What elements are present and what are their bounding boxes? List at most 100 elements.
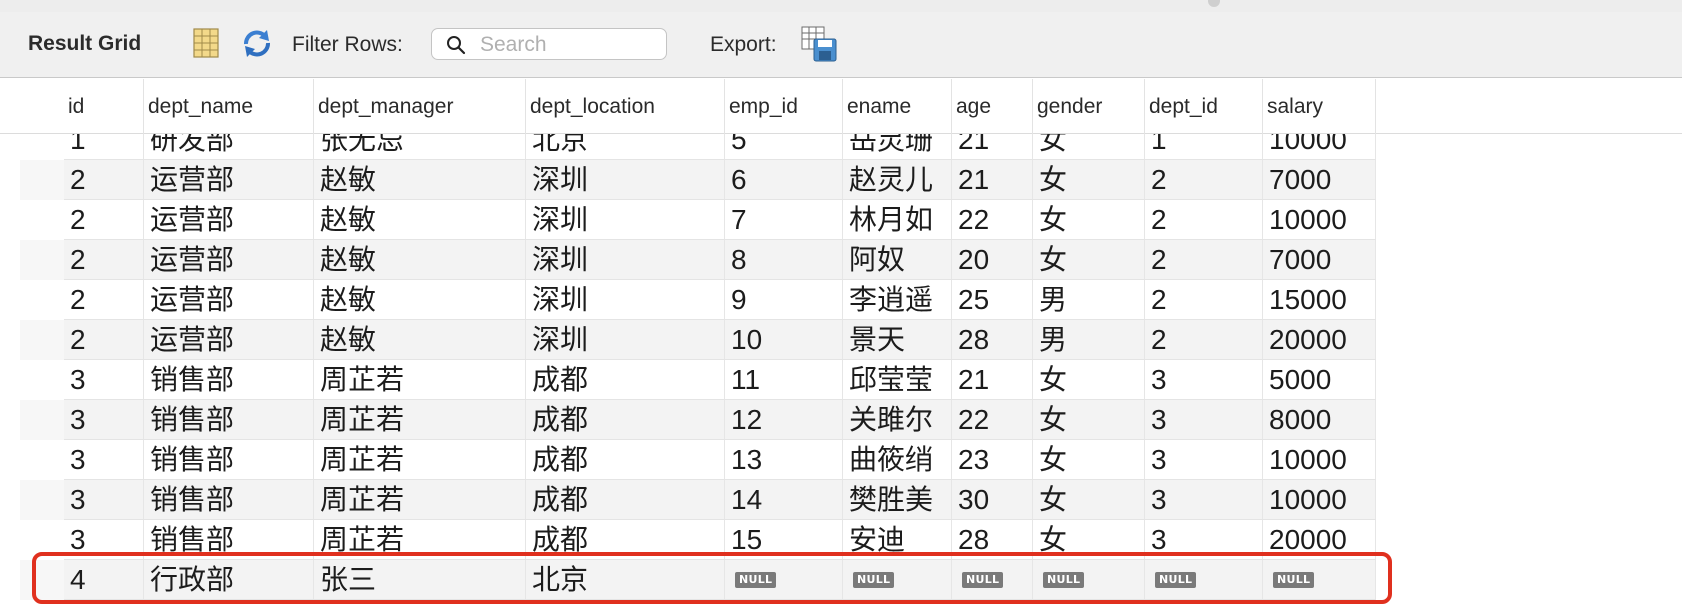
cell-age[interactable]: 28 [952, 320, 1033, 360]
cell-dept-id[interactable]: 3 [1145, 480, 1263, 520]
table-row[interactable]: 3 销售部 周芷若 成都 11 邱莹莹 21 女 3 5000 [0, 360, 1682, 400]
cell-dept-location[interactable]: 深圳 [526, 320, 725, 360]
cell-dept-manager[interactable]: 赵敏 [314, 320, 526, 360]
cell-id[interactable]: 3 [64, 400, 144, 440]
cell-id[interactable]: 3 [64, 440, 144, 480]
column-header-salary[interactable]: salary [1263, 79, 1376, 134]
cell-dept-manager[interactable]: 周芷若 [314, 360, 526, 400]
cell-salary[interactable]: 15000 [1263, 280, 1376, 320]
row-selector[interactable] [20, 560, 64, 600]
cell-gender[interactable]: 女 [1033, 440, 1145, 480]
cell-age[interactable]: 21 [952, 360, 1033, 400]
cell-age[interactable]: 22 [952, 400, 1033, 440]
cell-dept-name[interactable]: 销售部 [144, 400, 314, 440]
cell-id[interactable]: 4 [64, 560, 144, 600]
cell-dept-id[interactable]: 3 [1145, 400, 1263, 440]
table-row[interactable]: 2 运营部 赵敏 深圳 6 赵灵儿 21 女 2 7000 [0, 160, 1682, 200]
cell-id[interactable]: 3 [64, 360, 144, 400]
cell-dept-manager[interactable]: 赵敏 [314, 280, 526, 320]
cell-ename[interactable]: 阿奴 [843, 240, 952, 280]
table-row[interactable]: 2 运营部 赵敏 深圳 7 林月如 22 女 2 10000 [0, 200, 1682, 240]
cell-dept-location[interactable]: 成都 [526, 360, 725, 400]
cell-dept-manager[interactable]: 周芷若 [314, 480, 526, 520]
cell-salary[interactable]: 8000 [1263, 400, 1376, 440]
table-row[interactable]: 3 销售部 周芷若 成都 15 安迪 28 女 3 20000 [0, 520, 1682, 560]
row-selector[interactable] [20, 520, 64, 560]
table-row[interactable]: 3 销售部 周芷若 成都 13 曲筱绡 23 女 3 10000 [0, 440, 1682, 480]
cell-dept-name[interactable]: 研发部 [144, 134, 314, 160]
cell-ename[interactable]: 邱莹莹 [843, 360, 952, 400]
cell-salary[interactable]: 10000 [1263, 440, 1376, 480]
table-row[interactable]: 2 运营部 赵敏 深圳 8 阿奴 20 女 2 7000 [0, 240, 1682, 280]
cell-dept-location[interactable]: 北京 [526, 134, 725, 160]
cell-gender[interactable]: 女 [1033, 160, 1145, 200]
cell-age[interactable]: 25 [952, 280, 1033, 320]
cell-dept-id[interactable]: 1 [1145, 134, 1263, 160]
table-row[interactable]: 4 行政部 张三 北京 NULL NULL NULL NULL NULL NULL [0, 560, 1682, 600]
cell-salary[interactable]: 7000 [1263, 240, 1376, 280]
cell-salary[interactable]: 10000 [1263, 480, 1376, 520]
cell-salary[interactable]: 5000 [1263, 360, 1376, 400]
cell-salary[interactable]: 7000 [1263, 160, 1376, 200]
cell-ename[interactable]: NULL [843, 560, 952, 600]
cell-emp-id[interactable]: 9 [725, 280, 843, 320]
cell-emp-id[interactable]: 5 [725, 134, 843, 160]
cell-ename[interactable]: 关雎尔 [843, 400, 952, 440]
cell-age[interactable]: 21 [952, 160, 1033, 200]
cell-id[interactable]: 2 [64, 280, 144, 320]
cell-dept-id[interactable]: 2 [1145, 200, 1263, 240]
cell-emp-id[interactable]: 14 [725, 480, 843, 520]
cell-salary[interactable]: 10000 [1263, 200, 1376, 240]
cell-id[interactable]: 3 [64, 520, 144, 560]
cell-age[interactable]: 30 [952, 480, 1033, 520]
column-header-dept-manager[interactable]: dept_manager [314, 79, 526, 134]
cell-dept-id[interactable]: 3 [1145, 360, 1263, 400]
refresh-icon[interactable] [240, 26, 274, 60]
column-header-dept-name[interactable]: dept_name [144, 79, 314, 134]
row-selector[interactable] [20, 400, 64, 440]
row-selector[interactable] [20, 240, 64, 280]
cell-emp-id[interactable]: 11 [725, 360, 843, 400]
cell-id[interactable]: 2 [64, 240, 144, 280]
cell-dept-location[interactable]: 成都 [526, 440, 725, 480]
column-header-emp-id[interactable]: emp_id [725, 79, 843, 134]
cell-gender[interactable]: 女 [1033, 400, 1145, 440]
cell-dept-id[interactable]: 2 [1145, 320, 1263, 360]
cell-dept-name[interactable]: 销售部 [144, 520, 314, 560]
cell-dept-location[interactable]: 北京 [526, 560, 725, 600]
row-selector[interactable] [20, 320, 64, 360]
cell-dept-name[interactable]: 运营部 [144, 280, 314, 320]
column-header-dept-id[interactable]: dept_id [1145, 79, 1263, 134]
row-selector[interactable] [20, 280, 64, 320]
cell-id[interactable]: 2 [64, 320, 144, 360]
cell-emp-id[interactable]: 13 [725, 440, 843, 480]
row-selector[interactable] [20, 134, 64, 160]
cell-dept-manager[interactable]: 周芷若 [314, 400, 526, 440]
row-selector[interactable] [20, 160, 64, 200]
row-selector[interactable] [20, 480, 64, 520]
cell-salary[interactable]: NULL [1263, 560, 1376, 600]
table-row[interactable]: 2 运营部 赵敏 深圳 9 李逍遥 25 男 2 15000 [0, 280, 1682, 320]
table-row[interactable]: 3 销售部 周芷若 成都 14 樊胜美 30 女 3 10000 [0, 480, 1682, 520]
cell-ename[interactable]: 赵灵儿 [843, 160, 952, 200]
cell-age[interactable]: NULL [952, 560, 1033, 600]
cell-dept-id[interactable]: 3 [1145, 520, 1263, 560]
search-input[interactable] [478, 32, 662, 58]
scroll-indicator[interactable] [1208, 0, 1220, 7]
cell-ename[interactable]: 岳灵珊 [843, 134, 952, 160]
cell-gender[interactable]: 女 [1033, 240, 1145, 280]
cell-dept-location[interactable]: 深圳 [526, 280, 725, 320]
row-selector[interactable] [20, 360, 64, 400]
cell-emp-id[interactable]: 10 [725, 320, 843, 360]
cell-dept-name[interactable]: 行政部 [144, 560, 314, 600]
cell-dept-name[interactable]: 销售部 [144, 360, 314, 400]
cell-gender[interactable]: NULL [1033, 560, 1145, 600]
cell-dept-manager[interactable]: 赵敏 [314, 200, 526, 240]
cell-gender[interactable]: 男 [1033, 280, 1145, 320]
cell-id[interactable]: 1 [64, 134, 144, 160]
cell-dept-location[interactable]: 成都 [526, 520, 725, 560]
cell-ename[interactable]: 李逍遥 [843, 280, 952, 320]
table-row[interactable]: 3 销售部 周芷若 成都 12 关雎尔 22 女 3 8000 [0, 400, 1682, 440]
cell-emp-id[interactable]: 6 [725, 160, 843, 200]
cell-emp-id[interactable]: 8 [725, 240, 843, 280]
